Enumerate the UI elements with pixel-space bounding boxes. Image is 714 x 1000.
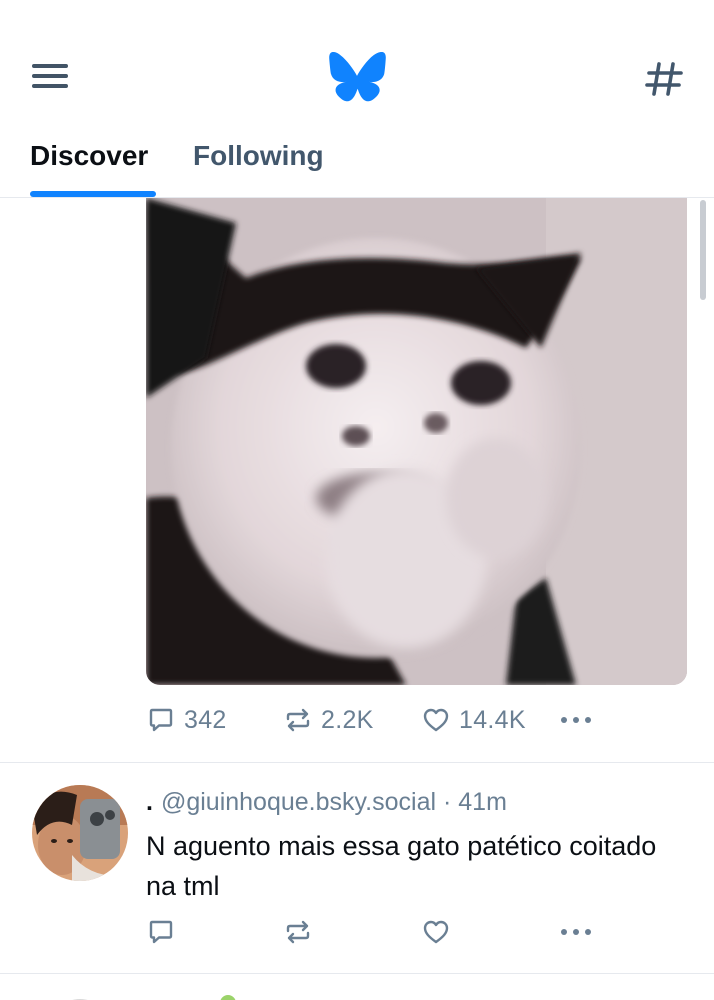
like-icon — [423, 708, 449, 732]
meta-separator: · — [442, 788, 452, 816]
avatar[interactable] — [32, 785, 128, 881]
like-icon — [423, 920, 449, 944]
post-text: N aguento mais essa gato patético coitad… — [146, 831, 657, 901]
author-display-name[interactable]: . — [146, 788, 153, 816]
like-button[interactable]: 14.4K — [421, 700, 526, 740]
reply-icon — [149, 708, 173, 732]
post-time[interactable]: 41m — [458, 788, 507, 816]
hamburger-menu-icon[interactable] — [30, 60, 70, 92]
repost-icon — [286, 708, 310, 732]
repost-button[interactable] — [283, 912, 313, 952]
active-tab-indicator — [30, 191, 156, 197]
post-header: . @giuinhoque.bsky.social · 41m — [146, 788, 507, 817]
top-bar — [0, 0, 714, 120]
author-handle[interactable]: @giuinhoque.bsky.social — [161, 788, 436, 816]
post-divider — [0, 762, 714, 763]
butterfly-logo-icon[interactable] — [328, 52, 386, 102]
repost-button[interactable]: 2.2K — [283, 700, 374, 740]
like-button[interactable] — [421, 912, 451, 952]
reply-button[interactable] — [146, 912, 176, 952]
reply-button[interactable]: 342 — [146, 700, 227, 740]
repost-count: 2.2K — [321, 705, 374, 734]
like-count: 14.4K — [459, 705, 526, 734]
post-image[interactable] — [146, 198, 687, 685]
reply-count: 342 — [184, 705, 227, 734]
reply-icon — [149, 920, 173, 944]
post-divider — [0, 973, 714, 974]
tab-following[interactable]: Following — [193, 140, 324, 198]
more-icon[interactable] — [558, 700, 594, 740]
cat-photo — [146, 198, 687, 685]
feed-tabs: Discover Following — [0, 120, 714, 198]
more-icon[interactable] — [558, 912, 594, 952]
post-actions — [146, 912, 616, 952]
next-post-peek — [0, 990, 714, 1000]
repost-icon — [286, 920, 310, 944]
tab-discover[interactable]: Discover — [30, 140, 158, 198]
hashtag-icon[interactable] — [642, 56, 688, 102]
scrollbar[interactable] — [700, 200, 706, 300]
post-actions: 342 2.2K 14.4K — [146, 700, 616, 740]
